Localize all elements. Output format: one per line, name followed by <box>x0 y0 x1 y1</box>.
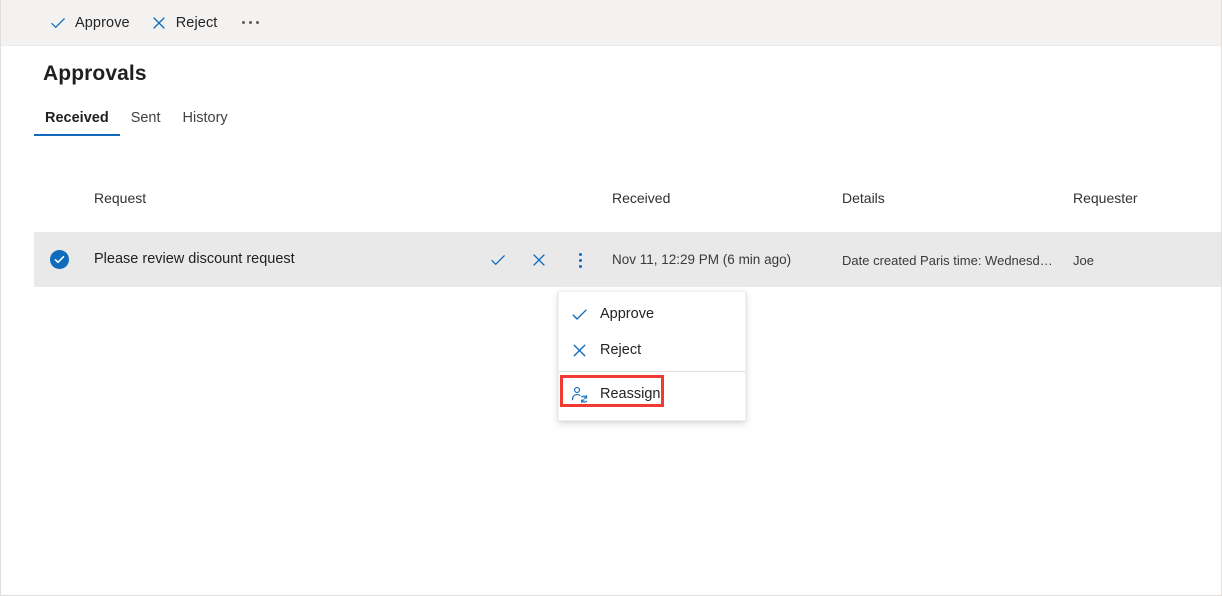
row-received-date: Nov 11, 12:29 PM (6 min ago) <box>612 252 792 267</box>
dismiss-icon <box>150 14 168 32</box>
person-swap-icon <box>569 384 589 404</box>
row-reject-button[interactable] <box>527 248 551 272</box>
more-vertical-icon[interactable] <box>568 248 592 272</box>
table-row[interactable]: Please review discount request Nov 11, 1… <box>34 232 1221 287</box>
command-bar-approve-label: Approve <box>75 14 130 31</box>
tab-history[interactable]: History <box>172 110 239 136</box>
row-approve-button[interactable] <box>486 248 510 272</box>
menu-item-approve-label: Approve <box>600 306 655 322</box>
table-header: Request Received Details Requester <box>34 190 1221 216</box>
menu-item-approve[interactable]: Approve <box>559 296 745 332</box>
checkbox-checked-circle-icon[interactable] <box>50 250 69 269</box>
dismiss-icon <box>569 340 589 360</box>
row-request-title: Please review discount request <box>94 251 295 267</box>
menu-reassign-container: Reassign <box>559 372 745 420</box>
column-header-requester[interactable]: Requester <box>1073 190 1138 206</box>
context-menu: Approve Reject Reassign <box>558 291 746 421</box>
pivot-tabs: Received Sent History <box>34 110 239 136</box>
command-bar: Approve Reject <box>1 0 1221 46</box>
dismiss-icon <box>530 251 548 269</box>
column-header-details[interactable]: Details <box>842 190 885 206</box>
table-body: Please review discount request Nov 11, 1… <box>34 232 1221 287</box>
menu-item-reassign[interactable]: Reassign <box>559 376 745 412</box>
row-requester: Joe <box>1073 253 1094 268</box>
column-header-request[interactable]: Request <box>94 190 146 206</box>
command-bar-approve-button[interactable]: Approve <box>39 0 140 46</box>
command-bar-reject-label: Reject <box>175 14 218 31</box>
column-header-received[interactable]: Received <box>612 190 670 206</box>
more-horizontal-icon[interactable] <box>233 0 267 46</box>
page-title: Approvals <box>43 62 147 85</box>
menu-item-reassign-label: Reassign <box>600 386 661 402</box>
tab-received[interactable]: Received <box>34 110 120 136</box>
row-details-text: Date created Paris time: Wednesday,... <box>842 253 1057 268</box>
command-bar-reject-button[interactable]: Reject <box>140 0 228 46</box>
tab-sent[interactable]: Sent <box>120 110 172 136</box>
approvals-window: Approve Reject Approvals Received Sent H… <box>0 0 1222 596</box>
menu-item-reject[interactable]: Reject <box>559 332 745 368</box>
checkmark-icon <box>49 14 67 32</box>
checkmark-icon <box>569 304 589 324</box>
menu-item-reject-label: Reject <box>600 342 642 358</box>
checkmark-icon <box>489 251 507 269</box>
